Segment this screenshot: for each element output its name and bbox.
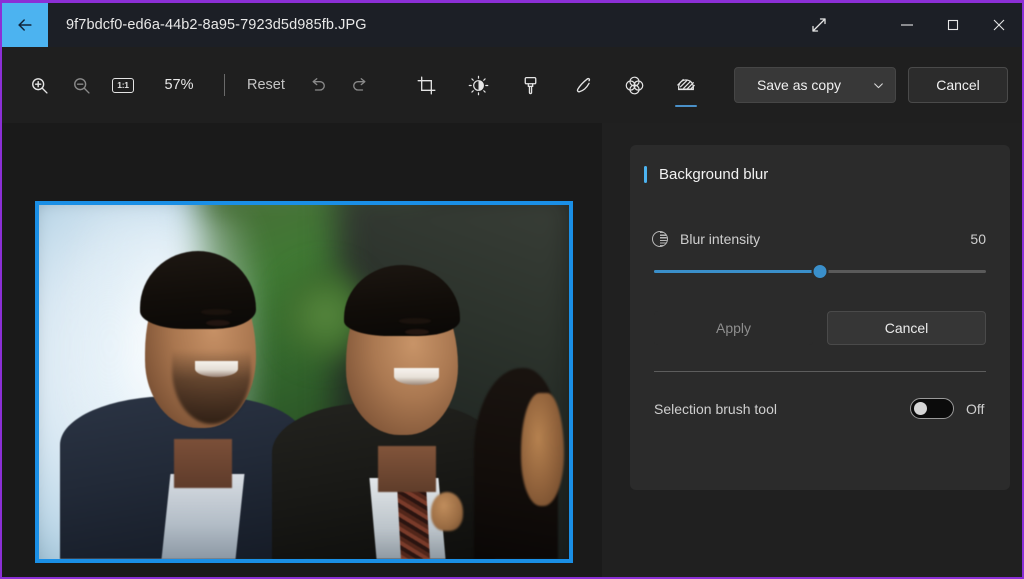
- panel-header: Background blur: [630, 145, 1010, 203]
- paintbrush-icon: [524, 76, 536, 94]
- selection-brush-control: Off: [910, 398, 988, 419]
- save-options-dropdown-button[interactable]: [861, 68, 895, 102]
- brightness-icon: [468, 75, 488, 95]
- expand-button[interactable]: [796, 3, 842, 47]
- blur-intensity-label-group: Blur intensity: [652, 231, 760, 247]
- erase-tool-button[interactable]: [610, 61, 658, 109]
- background-blur-panel: Background blur Blur intensity 50 Apply …: [602, 123, 1022, 577]
- toolbar-divider: [224, 74, 225, 96]
- draw-tool-button[interactable]: [558, 61, 606, 109]
- person-one-neck: [174, 438, 233, 489]
- selection-brush-toggle[interactable]: [910, 398, 954, 419]
- slider-fill: [654, 270, 820, 273]
- back-button[interactable]: [2, 3, 48, 47]
- panel-card: Background blur Blur intensity 50 Apply …: [630, 145, 1010, 490]
- one-to-one-icon: 1:1: [112, 77, 134, 93]
- maximize-button[interactable]: [930, 3, 976, 47]
- selection-brush-row: Selection brush tool Off: [654, 398, 988, 419]
- blur-intensity-row: Blur intensity 50: [630, 231, 1010, 247]
- person-two-eye: [404, 328, 429, 335]
- reset-button[interactable]: Reset: [235, 70, 297, 100]
- pen-icon: [576, 77, 590, 92]
- zoom-out-button[interactable]: [60, 64, 102, 106]
- background-blur-icon: [677, 78, 695, 91]
- erase-objects-icon: [625, 76, 643, 94]
- slider-thumb[interactable]: [811, 263, 829, 280]
- markup-tool-button[interactable]: [506, 61, 554, 109]
- person-three-face: [521, 392, 564, 506]
- minimize-button[interactable]: [884, 3, 930, 47]
- undo-icon: [312, 78, 325, 91]
- toolbar-tools-group: [402, 47, 714, 123]
- person-two-neck: [378, 445, 437, 492]
- zoom-in-button[interactable]: [18, 64, 60, 106]
- blur-intensity-icon: [652, 231, 668, 247]
- person-two-tie: [397, 484, 431, 559]
- chevron-down-icon: [873, 82, 883, 88]
- toolbar-actions-group: Save as copy Cancel: [733, 47, 1008, 123]
- person-two-smile: [394, 367, 440, 385]
- edited-photo: [39, 205, 569, 559]
- cancel-button[interactable]: Cancel: [908, 67, 1008, 103]
- actual-size-button[interactable]: 1:1: [102, 64, 144, 106]
- zoom-level-label: 57%: [164, 77, 194, 93]
- expand-diagonal-icon: [812, 18, 826, 32]
- minimize-icon: [901, 24, 913, 26]
- crop-tool-button[interactable]: [402, 61, 450, 109]
- zoom-out-icon: [73, 77, 90, 94]
- maximize-icon: [947, 19, 959, 31]
- selection-brush-label: Selection brush tool: [654, 400, 777, 417]
- photos-editor-window: 9f7bdcf0-ed6a-44b2-8a95-7923d5d985fb.JPG: [0, 0, 1024, 579]
- panel-button-row: Apply Cancel: [654, 311, 986, 345]
- panel-cancel-button[interactable]: Cancel: [827, 311, 986, 345]
- redo-icon: [352, 78, 366, 91]
- image-selection-frame[interactable]: [35, 201, 573, 563]
- adjustment-tool-button[interactable]: [454, 61, 502, 109]
- background-blur-tool-button[interactable]: [662, 61, 710, 109]
- panel-accent-bar: [644, 165, 647, 183]
- apply-button[interactable]: Apply: [654, 311, 813, 345]
- titlebar-spacer: [367, 3, 796, 47]
- crop-icon: [417, 76, 435, 94]
- person-two-eyebrow: [399, 318, 432, 324]
- image-canvas-area[interactable]: [2, 123, 602, 577]
- close-icon: [993, 19, 1005, 31]
- zoom-in-icon: [31, 77, 48, 94]
- editor-toolbar: 1:1 57% Reset Save as copy Cancel: [2, 47, 1022, 123]
- toggle-knob: [914, 402, 927, 415]
- toolbar-zoom-group: 1:1 57% Reset: [18, 64, 381, 106]
- selection-brush-state: Off: [966, 400, 985, 417]
- save-as-copy-split-button[interactable]: Save as copy: [733, 67, 896, 103]
- back-arrow-icon: [18, 19, 32, 31]
- actual-size-label: 1:1: [117, 79, 129, 90]
- panel-divider: [654, 371, 986, 372]
- save-as-copy-button[interactable]: Save as copy: [735, 68, 861, 102]
- undo-button[interactable]: [297, 64, 339, 106]
- blur-intensity-label: Blur intensity: [680, 231, 761, 247]
- person-one-smile: [195, 360, 238, 377]
- window-title: 9f7bdcf0-ed6a-44b2-8a95-7923d5d985fb.JPG: [66, 17, 367, 33]
- blur-intensity-slider[interactable]: [654, 261, 986, 283]
- person-one-eye: [205, 320, 230, 327]
- close-button[interactable]: [976, 3, 1022, 47]
- person-three-hand: [431, 491, 463, 531]
- blur-intensity-value: 50: [970, 231, 986, 247]
- title-bar: 9f7bdcf0-ed6a-44b2-8a95-7923d5d985fb.JPG: [2, 3, 1022, 47]
- redo-button[interactable]: [339, 64, 381, 106]
- panel-title: Background blur: [659, 165, 769, 183]
